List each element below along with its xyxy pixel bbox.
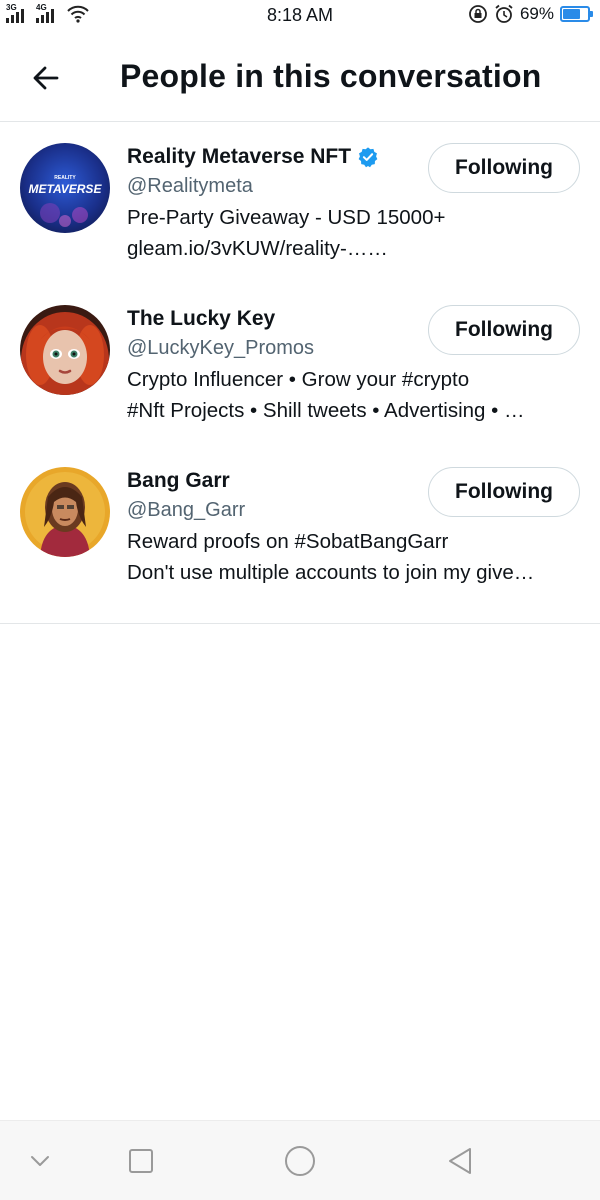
bio-line-2[interactable]: gleam.io/3vKUW/reality-…… <box>127 233 582 264</box>
following-button[interactable]: Following <box>428 143 580 193</box>
square-recents-icon[interactable] <box>123 1143 159 1179</box>
person-handle[interactable]: @Bang_Garr <box>127 495 427 525</box>
person-name[interactable]: Bang Garr <box>127 469 230 493</box>
battery-level <box>563 9 580 19</box>
arrow-left-icon <box>33 66 59 90</box>
person-item-bang-garr[interactable]: Bang Garr @Bang_Garr Reward proofs on #S… <box>0 447 600 609</box>
person-name[interactable]: Reality Metaverse NFT <box>127 145 351 169</box>
person-info: Reality Metaverse NFT @Realitymeta <box>127 143 427 201</box>
bio-line-1[interactable]: Reward proofs on #SobatBangGarr <box>127 526 582 557</box>
status-right: 69% <box>468 4 593 24</box>
people-list: REALITY METAVERSE Reality Metaverse NFT … <box>0 123 600 624</box>
person-handle[interactable]: @LuckyKey_Promos <box>127 333 427 363</box>
person-info: The Lucky Key @LuckyKey_Promos <box>127 305 427 363</box>
avatar[interactable]: REALITY METAVERSE <box>20 143 110 233</box>
person-info: Bang Garr @Bang_Garr <box>127 467 427 525</box>
page-title: People in this conversation <box>120 58 542 94</box>
verified-badge-icon <box>358 147 378 168</box>
back-button[interactable] <box>28 60 64 96</box>
avatar-text-small: REALITY <box>54 175 76 181</box>
circle-home-icon[interactable] <box>282 1143 318 1179</box>
rotation-lock-icon <box>469 5 487 23</box>
avatar-text-big: METAVERSE <box>29 182 103 196</box>
person-name[interactable]: The Lucky Key <box>127 307 275 331</box>
header: People in this conversation <box>0 32 600 122</box>
battery-percent: 69% <box>519 4 554 23</box>
chevron-down-icon[interactable] <box>22 1143 58 1179</box>
triangle-back-icon[interactable] <box>442 1143 478 1179</box>
following-button[interactable]: Following <box>428 305 580 355</box>
person-handle[interactable]: @Realitymeta <box>127 171 427 201</box>
bio-line-1: Pre-Party Giveaway - USD 15000+ <box>127 206 446 229</box>
system-nav-bar <box>0 1120 600 1200</box>
alarm-icon <box>495 4 513 23</box>
following-button[interactable]: Following <box>428 467 580 517</box>
avatar[interactable] <box>20 467 110 557</box>
bio-line-2: #Nft Projects • Shill tweets • Advertisi… <box>127 399 525 422</box>
bio-line-2: Don't use multiple accounts to join my g… <box>127 561 535 584</box>
bio-line-1: Crypto Influencer • Grow your #crypto <box>127 368 470 391</box>
person-item-reality-metaverse[interactable]: REALITY METAVERSE Reality Metaverse NFT … <box>0 123 600 285</box>
battery-icon <box>560 6 593 22</box>
status-bar: 3G 4G 8:18 AM 69% <box>0 0 600 32</box>
person-item-lucky-key[interactable]: The Lucky Key @LuckyKey_Promos Crypto In… <box>0 285 600 447</box>
avatar[interactable] <box>20 305 110 395</box>
